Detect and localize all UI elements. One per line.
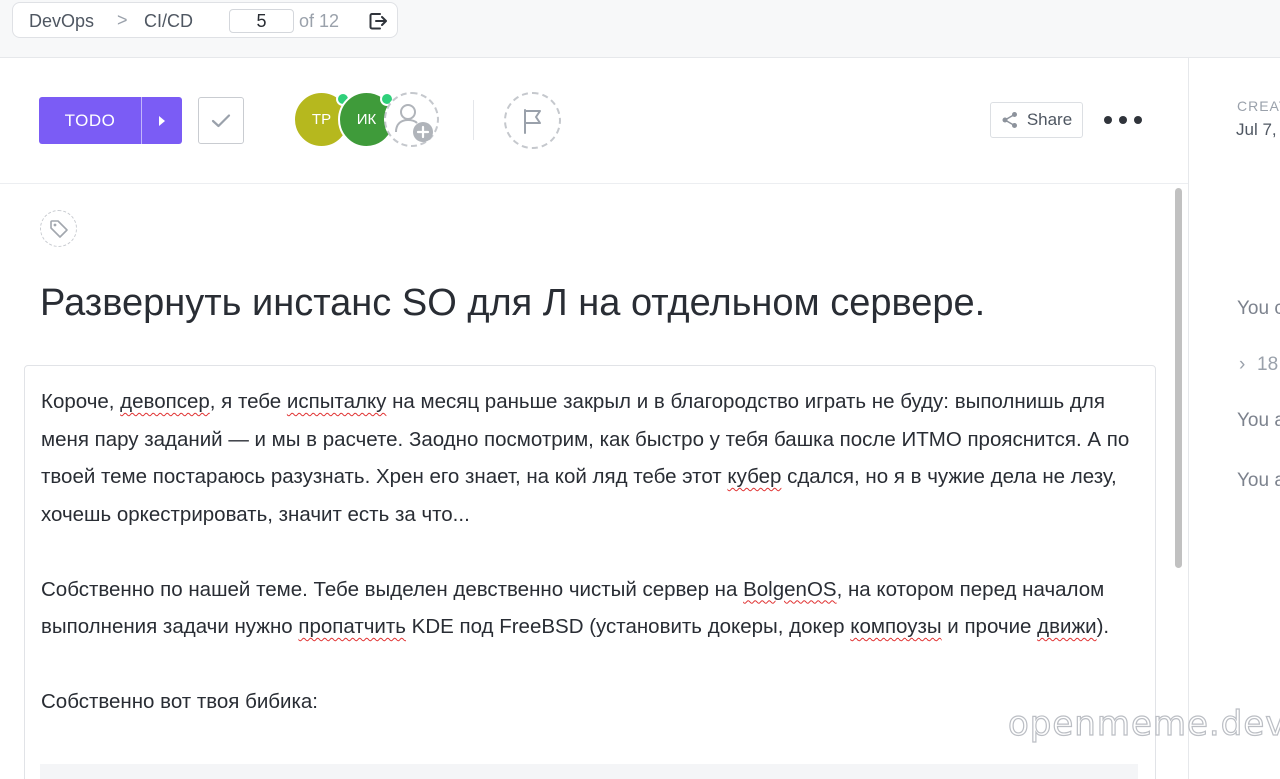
description-text: Собственно по нашей теме. Тебе выделен д… — [41, 577, 744, 601]
misspelled-word: кубер — [727, 465, 782, 488]
complete-task-button[interactable] — [198, 97, 244, 144]
breadcrumb-separator: > — [117, 10, 128, 30]
share-button[interactable]: Share — [990, 102, 1083, 138]
scrollbar-thumb[interactable] — [1175, 188, 1182, 568]
misspelled-word: пропатчить — [298, 615, 406, 638]
checkmark-icon — [211, 113, 231, 127]
task-main-panel: TODO ТР ИК Share Развернуть инстанс SO д… — [0, 58, 1188, 779]
watermark: openmeme.dev — [1007, 703, 1280, 744]
description-text: и прочие — [941, 615, 1038, 638]
page-total-label: of 12 — [299, 11, 340, 31]
description-text: KDE под FreeBSD (установить докеры, доке… — [405, 615, 851, 638]
description-text: ). — [1096, 615, 1110, 638]
toolbar-divider — [473, 100, 474, 140]
status-button[interactable]: TODO — [39, 97, 182, 144]
task-toolbar: TODO ТР ИК Share — [0, 58, 1188, 184]
misspelled-word: девопсер — [120, 390, 210, 413]
misspelled-word: испыталку — [286, 390, 387, 413]
misspelled-word: BolgenOS — [743, 577, 837, 601]
activity-item: You a — [1237, 470, 1280, 491]
dot — [1104, 116, 1112, 124]
breadcrumb-item-devops[interactable]: DevOps — [29, 11, 94, 32]
priority-flag-button[interactable] — [504, 92, 561, 149]
share-icon — [1002, 112, 1017, 128]
task-title[interactable]: Развернуть инстанс SO для Л на отдельном… — [40, 282, 1160, 325]
more-options-button[interactable] — [1104, 108, 1142, 132]
description-paragraph-1: Короче, девопсер, я тебе испыталку на ме… — [41, 383, 1139, 533]
activity-pane: CREAT Jul 7, You c › 18 You a You a — [1188, 58, 1280, 779]
description-paragraph-2: Собственно по нашей теме. Тебе выделен д… — [41, 571, 1139, 646]
code-block[interactable] — [40, 764, 1138, 779]
scrollbar[interactable] — [1172, 186, 1184, 779]
misspelled-word: движи — [1037, 615, 1097, 638]
dot — [1119, 116, 1127, 124]
caret-right-icon — [159, 115, 165, 126]
activity-item: You c — [1237, 298, 1280, 319]
flag-icon — [523, 108, 541, 134]
add-user-icon — [395, 104, 433, 142]
share-label: Share — [1026, 110, 1073, 129]
description-text: , я тебе — [209, 390, 287, 413]
add-assignee-button[interactable] — [384, 92, 439, 147]
description-text: Короче, — [41, 390, 121, 413]
tag-icon — [49, 219, 68, 238]
dot — [1134, 116, 1142, 124]
breadcrumb: DevOps > CI/CD 5 of 12 — [12, 2, 398, 38]
activity-item: You a — [1237, 410, 1280, 431]
chevron-right-icon[interactable]: › — [1239, 354, 1245, 376]
add-tag-button[interactable] — [40, 210, 77, 247]
status-label: TODO — [64, 110, 116, 130]
page-number-input[interactable]: 5 — [229, 9, 294, 33]
activity-collapsed-count[interactable]: 18 — [1257, 354, 1278, 376]
top-bar: DevOps > CI/CD 5 of 12 — [0, 0, 1280, 58]
open-external-icon[interactable] — [367, 10, 389, 32]
next-status-button[interactable] — [142, 97, 182, 144]
created-label: CREAT — [1237, 98, 1280, 114]
breadcrumb-item-cicd[interactable]: CI/CD — [144, 11, 193, 32]
task-description-editor[interactable]: Короче, девопсер, я тебе испыталку на ме… — [24, 365, 1156, 779]
created-date: Jul 7, — [1236, 120, 1277, 139]
description-paragraph-3: Собственно вот твоя бибика: — [41, 690, 319, 713]
misspelled-word: компоузы — [850, 615, 942, 638]
